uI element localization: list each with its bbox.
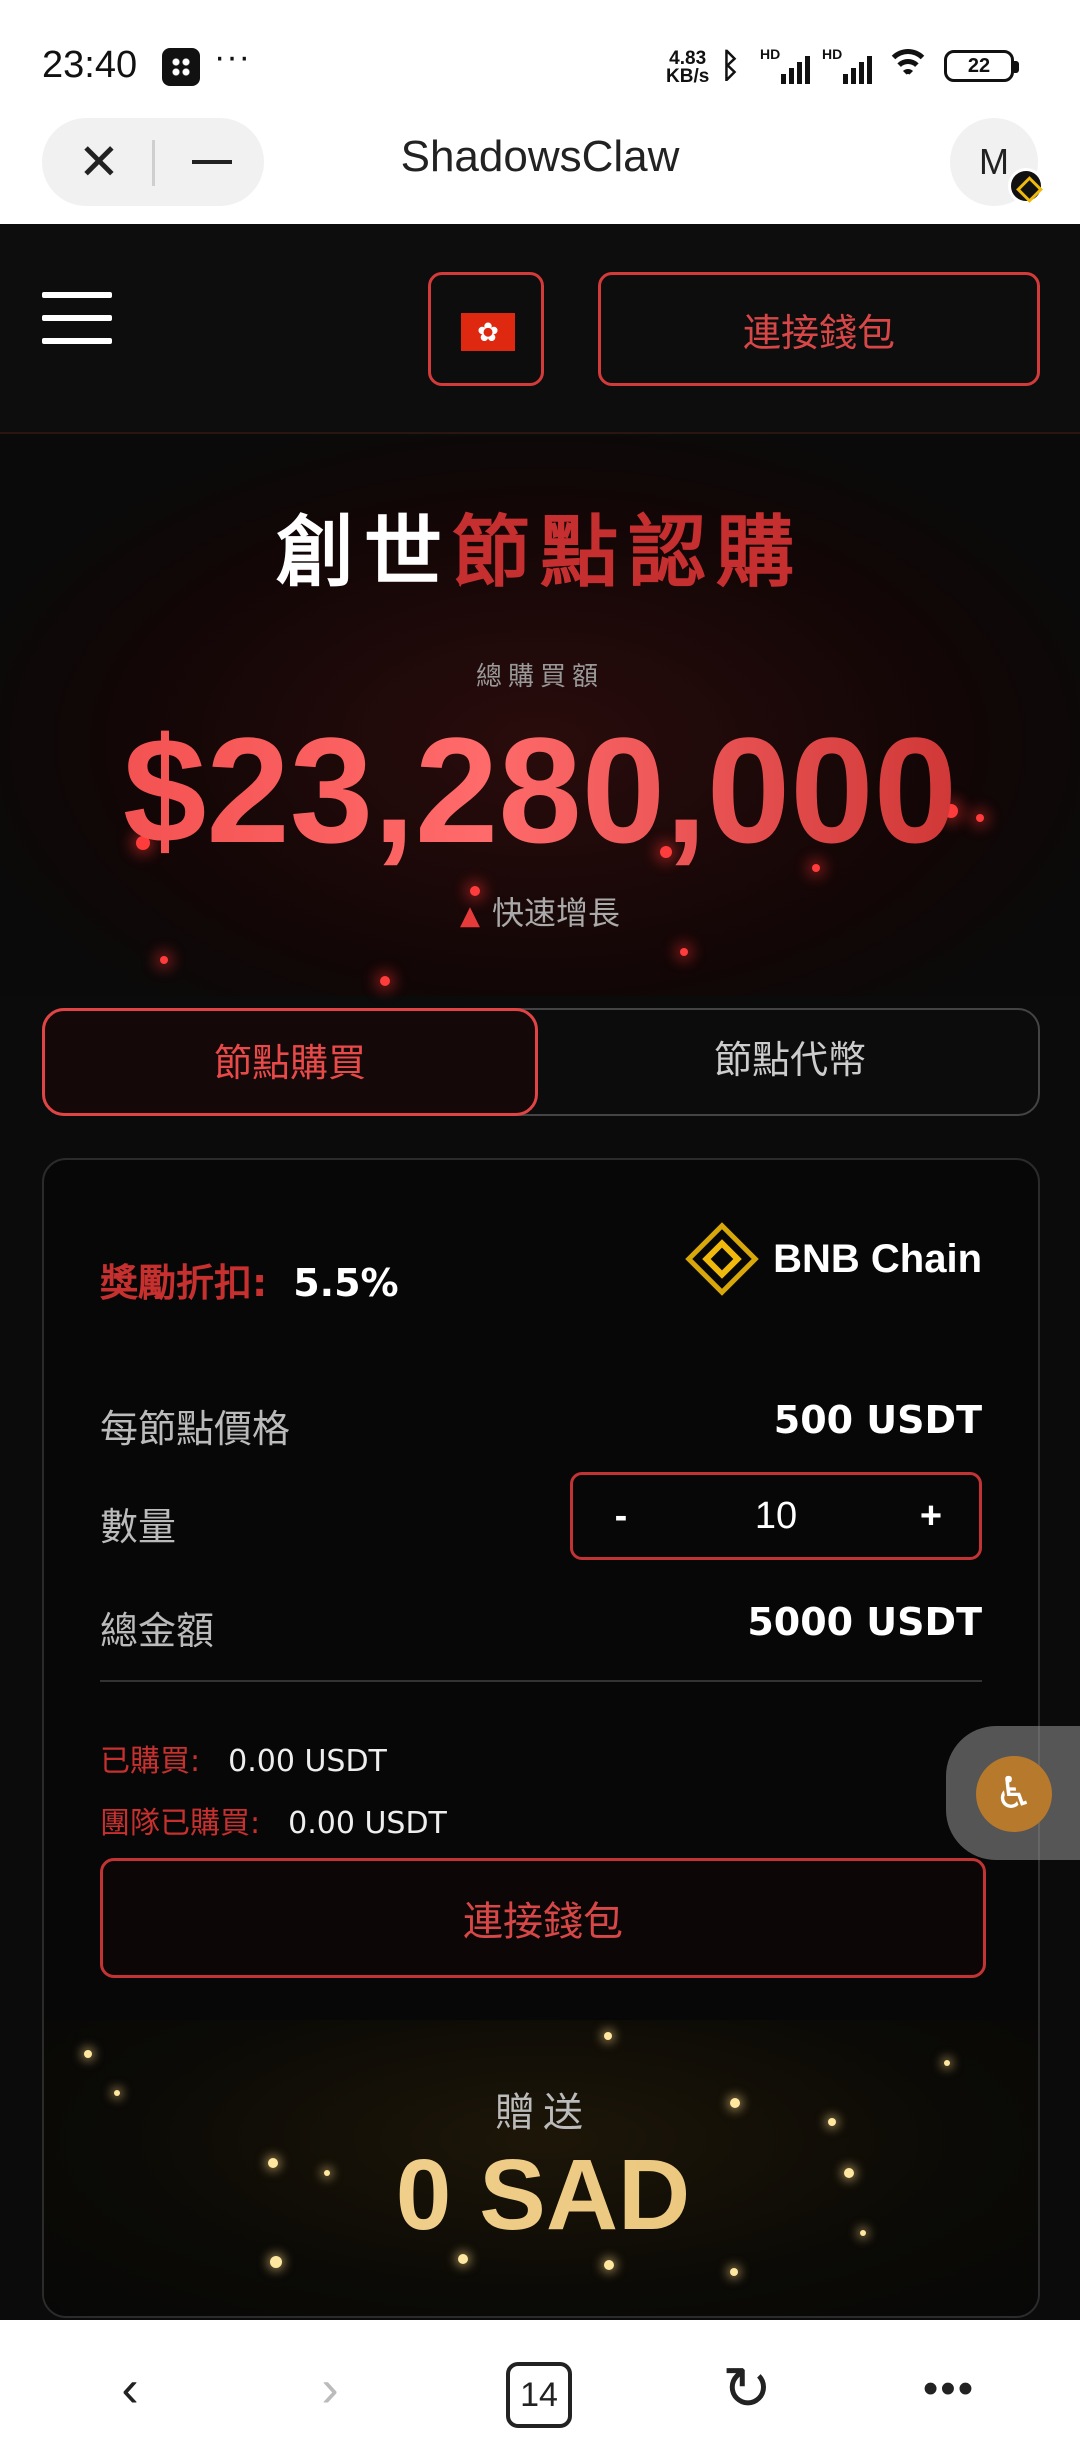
hero-title-white: 創世 [275, 508, 452, 598]
status-time: 23:40 [42, 44, 138, 86]
page-title: ShadowsClaw [400, 132, 680, 181]
hero-title: 創世節點認購 [0, 490, 1080, 602]
bought-value: 0.00 USDT [228, 1744, 387, 1779]
browser-bar: ✕ ShadowsClaw M [0, 112, 1080, 224]
reload-icon[interactable]: ↻ [712, 2354, 782, 2424]
tabs-count-button[interactable]: 14 [506, 2362, 572, 2428]
purchase-card: 獎勵折扣: 5.5% BNB Chain 每節點價格 500 USDT 數量 - … [42, 1158, 1040, 2318]
growth-label: 快速增長 [491, 894, 620, 932]
more-dots-icon: ··· [214, 38, 251, 76]
app-icon [162, 48, 200, 86]
tab-bar: 節點購買 節點代幣 [42, 1008, 1040, 1116]
network-speed: 4.83 KB/s [666, 49, 710, 87]
decrement-button[interactable]: - [601, 1495, 641, 1538]
team-bought-value: 0.00 USDT [288, 1806, 447, 1841]
price-row: 每節點價格 500 USDT [100, 1398, 982, 1453]
total-purchase-label: 總購買額 [475, 662, 604, 692]
gift-amount: 0 SAD [44, 2138, 1038, 2253]
quantity-stepper: - 10 + [570, 1472, 982, 1560]
battery-icon: 22 [944, 50, 1019, 82]
status-bar: 23:40 ··· 4.83 KB/s ᛒ HD HD 22 [0, 0, 1080, 112]
quantity-value[interactable]: 10 [755, 1495, 797, 1538]
connect-wallet-button[interactable]: 連接錢包 [100, 1858, 986, 1978]
bought-label: 已購買: [100, 1744, 201, 1779]
accessibility-icon: ♿ [976, 1756, 1052, 1832]
language-button[interactable] [428, 272, 544, 386]
avatar[interactable]: M [950, 118, 1044, 206]
more-menu-icon[interactable]: ••• [914, 2354, 984, 2424]
arrow-up-icon: ▲ [459, 901, 480, 931]
price-label: 每節點價格 [100, 1407, 291, 1451]
avatar-letter: M [979, 141, 1009, 182]
network-speed-unit: KB/s [666, 66, 710, 87]
hd-label: HD [822, 46, 843, 62]
total-row: 總金額 5000 USDT [100, 1600, 982, 1655]
discount-label: 獎勵折扣: [100, 1261, 268, 1305]
signal-icon: HD [760, 46, 810, 86]
tab-node-purchase[interactable]: 節點購買 [42, 1008, 538, 1116]
tab-node-token[interactable]: 節點代幣 [538, 1008, 1042, 1116]
team-bought-row: 團隊已購買: 0.00 USDT [100, 1798, 447, 1842]
forward-icon[interactable]: › [300, 2354, 360, 2424]
accessibility-button[interactable]: ♿ [946, 1726, 1080, 1860]
bnb-badge-icon [1008, 168, 1044, 204]
hero-title-red: 節點認購 [452, 508, 805, 598]
back-icon[interactable]: ‹ [100, 2354, 160, 2424]
chain-indicator: BNB Chain [685, 1222, 982, 1296]
team-bought-label: 團隊已購買: [100, 1806, 261, 1841]
total-purchase-amount: $23,280,000 [0, 704, 1080, 877]
hd-label: HD [760, 46, 781, 62]
chain-name: BNB Chain [773, 1236, 982, 1281]
price-value: 500 USDT [773, 1398, 982, 1442]
connect-wallet-button[interactable]: 連接錢包 [598, 272, 1040, 386]
total-value: 5000 USDT [747, 1600, 982, 1644]
quantity-label: 數量 [100, 1505, 177, 1549]
bought-row: 已購買: 0.00 USDT [100, 1736, 387, 1780]
gift-label: 贈送 [495, 2090, 591, 2136]
hong-kong-flag-icon [461, 313, 515, 351]
growth-indicator: ▲ 快速增長 [0, 888, 1080, 934]
discount-value: 5.5% [293, 1261, 399, 1305]
increment-button[interactable]: + [911, 1495, 951, 1538]
divider [100, 1680, 982, 1682]
menu-icon[interactable] [42, 292, 112, 346]
total-label: 總金額 [100, 1609, 215, 1653]
wifi-icon [884, 47, 932, 85]
signal-icon: HD [822, 46, 872, 86]
bluetooth-icon: ᛒ [720, 47, 741, 85]
gift-section: 贈送 0 SAD [44, 2020, 1038, 2316]
site-header: 連接錢包 [0, 224, 1080, 434]
hero-section: 創世節點認購 總購買額 $23,280,000 ▲ 快速增長 [0, 436, 1080, 1082]
bnb-chain-icon [685, 1222, 759, 1296]
browser-bottom-nav: ‹ › 14 ↻ ••• [0, 2320, 1080, 2460]
